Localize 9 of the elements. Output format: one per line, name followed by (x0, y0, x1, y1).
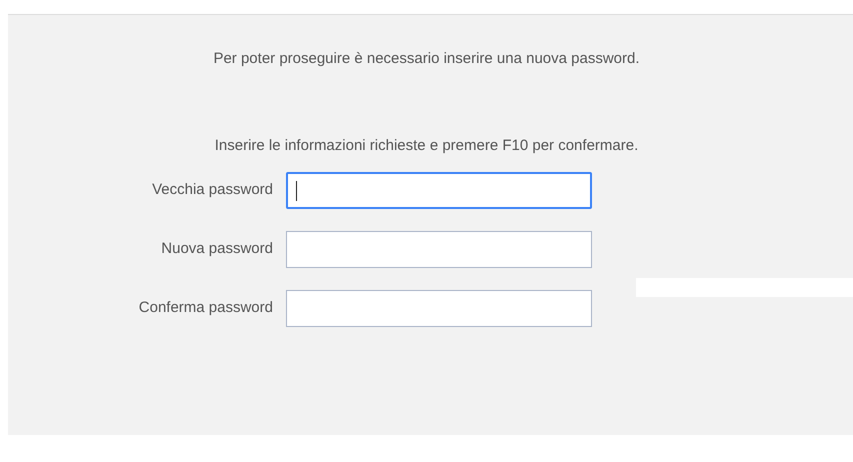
instruction-text: Per poter proseguire è necessario inserire una nuova password. (213, 49, 640, 69)
field-label: Nuova password (160, 239, 274, 260)
field-label: Conferma password (138, 298, 274, 318)
password-field[interactable] (286, 172, 592, 209)
password-field[interactable] (286, 231, 592, 268)
text-caret (296, 180, 297, 200)
instruction-text: Inserire le informazioni richieste e premere F10 per confermare. (214, 136, 638, 156)
field-label: Vecchia password (151, 180, 274, 200)
password-field[interactable] (286, 290, 592, 327)
